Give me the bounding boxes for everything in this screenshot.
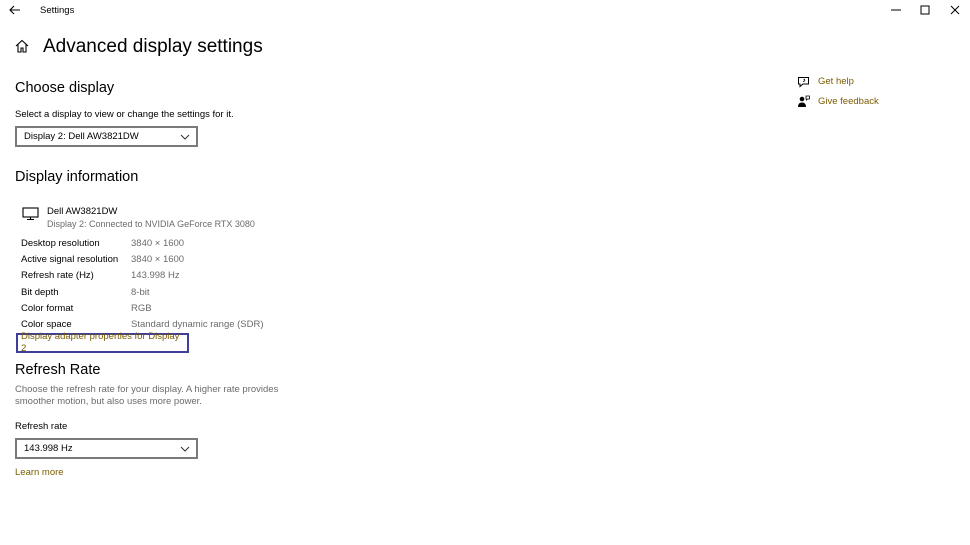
refresh-rate-select[interactable]: 143.998 Hz bbox=[15, 438, 198, 459]
monitor-connection: Display 2: Connected to NVIDIA GeForce R… bbox=[47, 219, 255, 229]
back-arrow-icon bbox=[9, 5, 20, 15]
page-title: Advanced display settings bbox=[43, 36, 263, 57]
choose-display-heading: Choose display bbox=[15, 80, 115, 96]
monitor-name: Dell AW3821DW bbox=[47, 206, 118, 217]
display-select-value: Display 2: Dell AW3821DW bbox=[24, 131, 139, 142]
info-value-active-signal-resolution: 3840 × 1600 bbox=[131, 254, 185, 265]
display-select[interactable]: Display 2: Dell AW3821DW bbox=[15, 126, 198, 147]
chevron-down-icon bbox=[180, 446, 190, 452]
give-feedback-link[interactable]: Give feedback bbox=[818, 96, 879, 108]
info-label-desktop-resolution: Desktop resolution bbox=[21, 238, 100, 249]
display-adapter-properties-label: Display adapter properties for Display 2 bbox=[21, 331, 180, 354]
learn-more-link[interactable]: Learn more bbox=[15, 467, 64, 479]
home-icon[interactable] bbox=[14, 38, 30, 54]
info-value-desktop-resolution: 3840 × 1600 bbox=[131, 238, 185, 249]
refresh-rate-heading: Refresh Rate bbox=[15, 362, 101, 378]
info-value-bit-depth: 8-bit bbox=[131, 287, 150, 298]
get-help-link[interactable]: Get help bbox=[818, 76, 854, 88]
refresh-rate-field-label: Refresh rate bbox=[15, 421, 68, 432]
maximize-icon bbox=[920, 5, 930, 15]
refresh-rate-description-line1: Choose the refresh rate for your display… bbox=[15, 384, 279, 395]
feedback-person-icon bbox=[797, 95, 810, 108]
info-label-refresh-rate: Refresh rate (Hz) bbox=[21, 270, 94, 281]
info-label-color-space: Color space bbox=[21, 319, 72, 330]
maximize-button[interactable] bbox=[910, 0, 940, 20]
info-value-refresh-rate: 143.998 Hz bbox=[131, 270, 180, 281]
chevron-down-icon bbox=[180, 134, 190, 140]
info-value-color-format: RGB bbox=[131, 303, 152, 314]
help-chat-icon bbox=[797, 75, 810, 88]
minimize-icon bbox=[891, 9, 901, 11]
close-icon bbox=[950, 5, 960, 15]
choose-display-description: Select a display to view or change the s… bbox=[15, 109, 234, 120]
refresh-rate-description-line2: smoother motion, but also uses more powe… bbox=[15, 396, 202, 407]
refresh-rate-select-value: 143.998 Hz bbox=[24, 443, 73, 454]
display-information-heading: Display information bbox=[15, 169, 139, 185]
back-button[interactable] bbox=[6, 2, 24, 18]
info-label-bit-depth: Bit depth bbox=[21, 287, 59, 298]
close-button[interactable] bbox=[940, 0, 970, 20]
info-label-color-format: Color format bbox=[21, 303, 74, 314]
display-adapter-properties-link[interactable]: Display adapter properties for Display 2 bbox=[16, 331, 189, 354]
info-label-active-signal-resolution: Active signal resolution bbox=[21, 254, 119, 265]
minimize-button[interactable] bbox=[881, 0, 911, 20]
info-value-color-space: Standard dynamic range (SDR) bbox=[131, 319, 264, 330]
monitor-icon bbox=[22, 207, 39, 221]
window-title: Settings bbox=[40, 5, 75, 16]
